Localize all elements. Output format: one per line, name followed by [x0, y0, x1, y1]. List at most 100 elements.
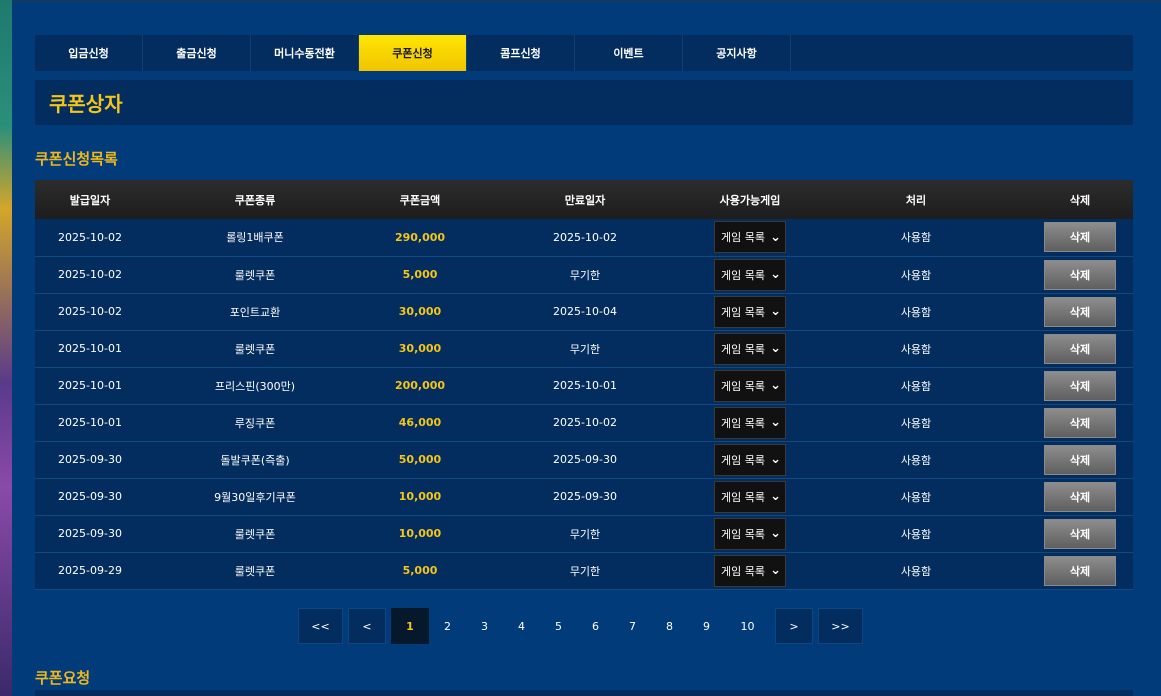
page-button-1[interactable]: 1: [391, 608, 429, 644]
game-list-select[interactable]: 게임 목록 ⌄: [714, 369, 786, 402]
coupon-amount: 10,000: [398, 527, 442, 540]
issued-date: 2025-10-02: [58, 305, 122, 318]
tab-4[interactable]: 쿠폰신청: [359, 35, 467, 71]
tab-1[interactable]: 입금신청: [35, 35, 143, 71]
column-header: 삭제: [1069, 193, 1091, 207]
delete-cell: 삭제: [1027, 330, 1133, 367]
game-list-select[interactable]: 게임 목록 ⌄: [714, 480, 786, 513]
coupon-amount: 5,000: [402, 564, 438, 577]
first-page-button[interactable]: <<: [298, 608, 343, 644]
next-page-button[interactable]: >: [775, 608, 813, 644]
status: 사용함: [900, 416, 932, 430]
coupon-amount: 290,000: [394, 230, 446, 244]
table-row: 2025-10-02 룰렛쿠폰 5,000 무기한 게임 목록 ⌄ 사용함 삭제: [35, 256, 1133, 293]
delete-button[interactable]: 삭제: [1044, 481, 1116, 512]
game-list-select[interactable]: 게임 목록 ⌄: [714, 517, 786, 550]
delete-cell: 삭제: [1027, 367, 1133, 404]
table-header-row: 발급일자 쿠폰종류 쿠폰금액 만료일자 사용가능게임 처리 삭제: [35, 180, 1133, 219]
coupon-type: 룰렛쿠폰: [234, 527, 276, 541]
game-cell: 게임 목록 ⌄: [695, 219, 805, 256]
coupon-amount: 46,000: [398, 416, 442, 429]
page-button-9[interactable]: 9: [688, 608, 725, 644]
expiry-date: 2025-10-04: [553, 305, 617, 318]
last-page-button[interactable]: >>: [818, 608, 863, 644]
page-button-7[interactable]: 7: [614, 608, 651, 644]
tab-7[interactable]: 공지사항: [683, 35, 791, 71]
page-button-10[interactable]: 10: [725, 608, 770, 644]
coupon-type: 9월30일후기쿠폰: [214, 490, 296, 504]
game-select-label: 게임 목록: [721, 379, 765, 393]
pager: << <1 2 3 4 5 6 7 8 9 10 > >>: [298, 608, 863, 644]
issued-date: 2025-10-01: [58, 416, 122, 429]
delete-button[interactable]: 삭제: [1044, 444, 1116, 475]
coupon-type: 룰렛쿠폰: [234, 268, 276, 282]
delete-cell: 삭제: [1027, 515, 1133, 552]
page-title: 쿠폰상자: [49, 92, 123, 116]
page-button-8[interactable]: 8: [651, 608, 688, 644]
coupon-request-section-title: 쿠폰요청: [35, 669, 91, 687]
delete-button[interactable]: 삭제: [1044, 222, 1116, 253]
tab-3[interactable]: 머니수동전환: [251, 35, 359, 71]
chevron-down-icon: ⌄: [770, 563, 781, 578]
page-title-bar: 쿠폰상자: [35, 80, 1133, 125]
chevron-down-icon: ⌄: [770, 378, 781, 393]
delete-button[interactable]: 삭제: [1044, 555, 1116, 586]
delete-button[interactable]: 삭제: [1044, 333, 1116, 364]
issued-date: 2025-09-30: [58, 453, 122, 466]
delete-button[interactable]: 삭제: [1044, 370, 1116, 401]
request-section-bar: [35, 690, 1133, 696]
delete-cell: 삭제: [1027, 293, 1133, 330]
nav-tabs: 입금신청 출금신청 머니수동전환 쿠폰신청 콤프신청 이벤트 공지사항: [35, 35, 1133, 71]
delete-cell: 삭제: [1027, 552, 1133, 589]
game-cell: 게임 목록 ⌄: [695, 515, 805, 552]
tab-6[interactable]: 이벤트: [575, 35, 683, 71]
page-button-2[interactable]: 2: [429, 608, 466, 644]
chevron-down-icon: ⌄: [770, 304, 781, 319]
status: 사용함: [900, 564, 932, 578]
prev-page-button[interactable]: <: [348, 608, 386, 644]
chevron-down-icon: ⌄: [770, 415, 781, 430]
delete-button[interactable]: 삭제: [1044, 518, 1116, 549]
game-list-select[interactable]: 게임 목록 ⌄: [714, 554, 786, 587]
game-select-label: 게임 목록: [721, 453, 765, 467]
background-art-strip: [0, 0, 12, 696]
status: 사용함: [900, 453, 932, 467]
game-list-select[interactable]: 게임 목록 ⌄: [714, 258, 786, 291]
expiry-date: 2025-10-02: [553, 230, 617, 244]
tab-5[interactable]: 콤프신청: [467, 35, 575, 71]
tab-2[interactable]: 출금신청: [143, 35, 251, 71]
page-button-4[interactable]: 4: [503, 608, 540, 644]
delete-button[interactable]: 삭제: [1044, 407, 1116, 438]
game-list-select[interactable]: 게임 목록 ⌄: [714, 406, 786, 439]
coupon-amount: 10,000: [398, 490, 442, 503]
chevron-down-icon: ⌄: [770, 452, 781, 467]
chevron-down-icon: ⌄: [770, 267, 781, 282]
table-row: 2025-10-01 룰렛쿠폰 30,000 무기한 게임 목록 ⌄ 사용함 삭제: [35, 330, 1133, 367]
delete-button[interactable]: 삭제: [1044, 296, 1116, 327]
issued-date: 2025-09-30: [58, 527, 122, 540]
game-cell: 게임 목록 ⌄: [695, 256, 805, 293]
column-header: 사용가능게임: [719, 193, 781, 207]
table-row: 2025-10-02 포인트교환 30,000 2025-10-04 게임 목록 ⌄ 사용함…: [35, 293, 1133, 330]
coupon-table-wrap: 발급일자 쿠폰종류 쿠폰금액 만료일자 사용가능게임 처리 삭제 2025-10-02 롤링1…: [35, 180, 1133, 590]
table-row: 2025-09-30 돌발쿠폰(즉출) 50,000 2025-09-30 게임 목록 ⌄…: [35, 441, 1133, 478]
status: 사용함: [900, 268, 932, 282]
chevron-down-icon: ⌄: [770, 341, 781, 356]
game-list-select[interactable]: 게임 목록 ⌄: [714, 332, 786, 365]
game-select-label: 게임 목록: [721, 490, 765, 504]
game-list-select[interactable]: 게임 목록 ⌄: [714, 221, 786, 254]
coupon-type: 포인트교환: [229, 305, 281, 319]
game-list-select[interactable]: 게임 목록 ⌄: [714, 295, 786, 328]
table-row: 2025-10-01 프리스핀(300만) 200,000 2025-10-01 게임 …: [35, 367, 1133, 404]
page-button-5[interactable]: 5: [540, 608, 577, 644]
coupon-list-section-title: 쿠폰신청목록: [35, 150, 118, 168]
coupon-amount: 30,000: [398, 305, 442, 318]
game-list-select[interactable]: 게임 목록 ⌄: [714, 443, 786, 476]
coupon-amount: 200,000: [394, 379, 446, 392]
chevron-down-icon: ⌄: [770, 489, 781, 504]
page-button-6[interactable]: 6: [577, 608, 614, 644]
delete-button[interactable]: 삭제: [1044, 259, 1116, 290]
page-button-3[interactable]: 3: [466, 608, 503, 644]
column-header: 발급일자: [69, 193, 111, 207]
game-select-label: 게임 목록: [721, 268, 765, 282]
